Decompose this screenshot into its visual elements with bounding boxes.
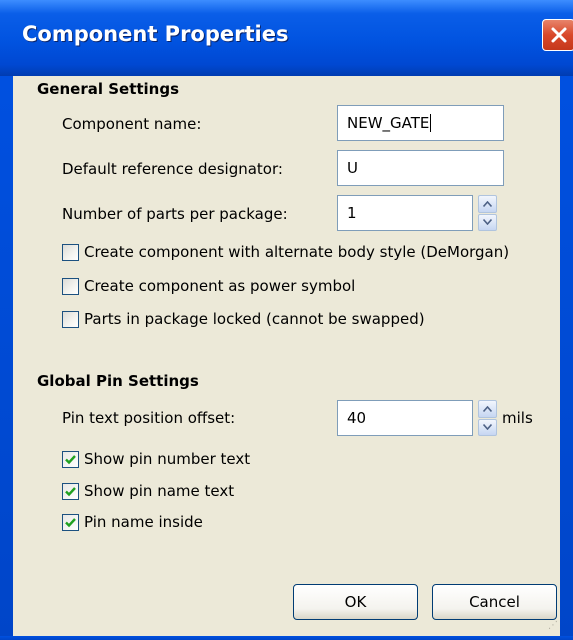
- show-pin-name-checkbox[interactable]: [62, 482, 79, 500]
- window-frame-left: [0, 76, 13, 640]
- checkmark-icon: [65, 486, 76, 496]
- power-symbol-label: Create component as power symbol: [84, 277, 356, 295]
- pin-offset-label: Pin text position offset:: [62, 409, 236, 427]
- parts-locked-checkbox[interactable]: [62, 310, 79, 328]
- pin-offset-input[interactable]: 40: [337, 400, 473, 436]
- parts-per-package-input[interactable]: 1: [337, 195, 473, 231]
- parts-per-package-label: Number of parts per package:: [62, 205, 288, 223]
- title-bar[interactable]: Component Properties: [0, 0, 573, 76]
- ref-designator-input[interactable]: U: [337, 150, 504, 186]
- close-button[interactable]: [542, 19, 573, 51]
- pin-offset-unit: mils: [502, 409, 533, 427]
- parts-locked-option[interactable]: Parts in package locked (cannot be swapp…: [62, 310, 425, 328]
- component-name-value: NEW_GATE: [347, 114, 430, 132]
- power-symbol-option[interactable]: Create component as power symbol: [62, 277, 355, 295]
- pin-offset-value: 40: [347, 409, 367, 427]
- window-frame-bottom: [0, 636, 573, 640]
- checkmark-icon: [65, 454, 76, 464]
- power-symbol-checkbox[interactable]: [62, 277, 79, 295]
- show-pin-name-option[interactable]: Show pin name text: [62, 482, 234, 500]
- demorgan-checkbox[interactable]: [62, 243, 79, 261]
- pin-name-inside-option[interactable]: Pin name inside: [62, 513, 203, 531]
- spin-up-icon: [483, 405, 492, 412]
- spin-up-icon: [483, 200, 492, 207]
- window-frame-right: [560, 76, 573, 640]
- parts-spin-down-button[interactable]: [478, 213, 497, 231]
- resize-grip[interactable]: ⋰: [548, 620, 558, 631]
- offset-spin-down-button[interactable]: [478, 418, 497, 436]
- cancel-button[interactable]: Cancel: [432, 584, 557, 620]
- parts-spin-up-button[interactable]: [478, 195, 497, 213]
- parts-locked-label: Parts in package locked (cannot be swapp…: [84, 310, 425, 328]
- text-caret: [430, 114, 432, 132]
- global-pin-settings-heading: Global Pin Settings: [37, 372, 199, 390]
- demorgan-label: Create component with alternate body sty…: [84, 243, 510, 261]
- pin-name-inside-checkbox[interactable]: [62, 513, 79, 531]
- pin-name-inside-label: Pin name inside: [84, 513, 203, 531]
- spin-down-icon: [483, 424, 492, 431]
- checkmark-icon: [65, 517, 76, 527]
- parts-per-package-value: 1: [347, 204, 357, 222]
- parts-per-package-spinner: [478, 195, 497, 231]
- component-name-input[interactable]: NEW_GATE: [337, 105, 504, 141]
- show-pin-number-checkbox[interactable]: [62, 450, 79, 468]
- close-icon: [551, 27, 566, 43]
- general-settings-heading: General Settings: [37, 80, 180, 98]
- component-name-label: Component name:: [62, 115, 202, 133]
- show-pin-name-label: Show pin name text: [84, 482, 235, 500]
- ref-designator-value: U: [347, 159, 358, 177]
- show-pin-number-label: Show pin number text: [84, 450, 251, 468]
- offset-spin-up-button[interactable]: [478, 400, 497, 418]
- window-title: Component Properties: [22, 22, 289, 46]
- show-pin-number-option[interactable]: Show pin number text: [62, 450, 250, 468]
- spin-down-icon: [483, 219, 492, 226]
- component-properties-dialog: Component Properties General Settings Co…: [0, 0, 573, 640]
- ref-designator-label: Default reference designator:: [62, 160, 283, 178]
- demorgan-option[interactable]: Create component with alternate body sty…: [62, 243, 509, 261]
- ok-button[interactable]: OK: [293, 584, 418, 620]
- pin-offset-spinner: [478, 400, 497, 436]
